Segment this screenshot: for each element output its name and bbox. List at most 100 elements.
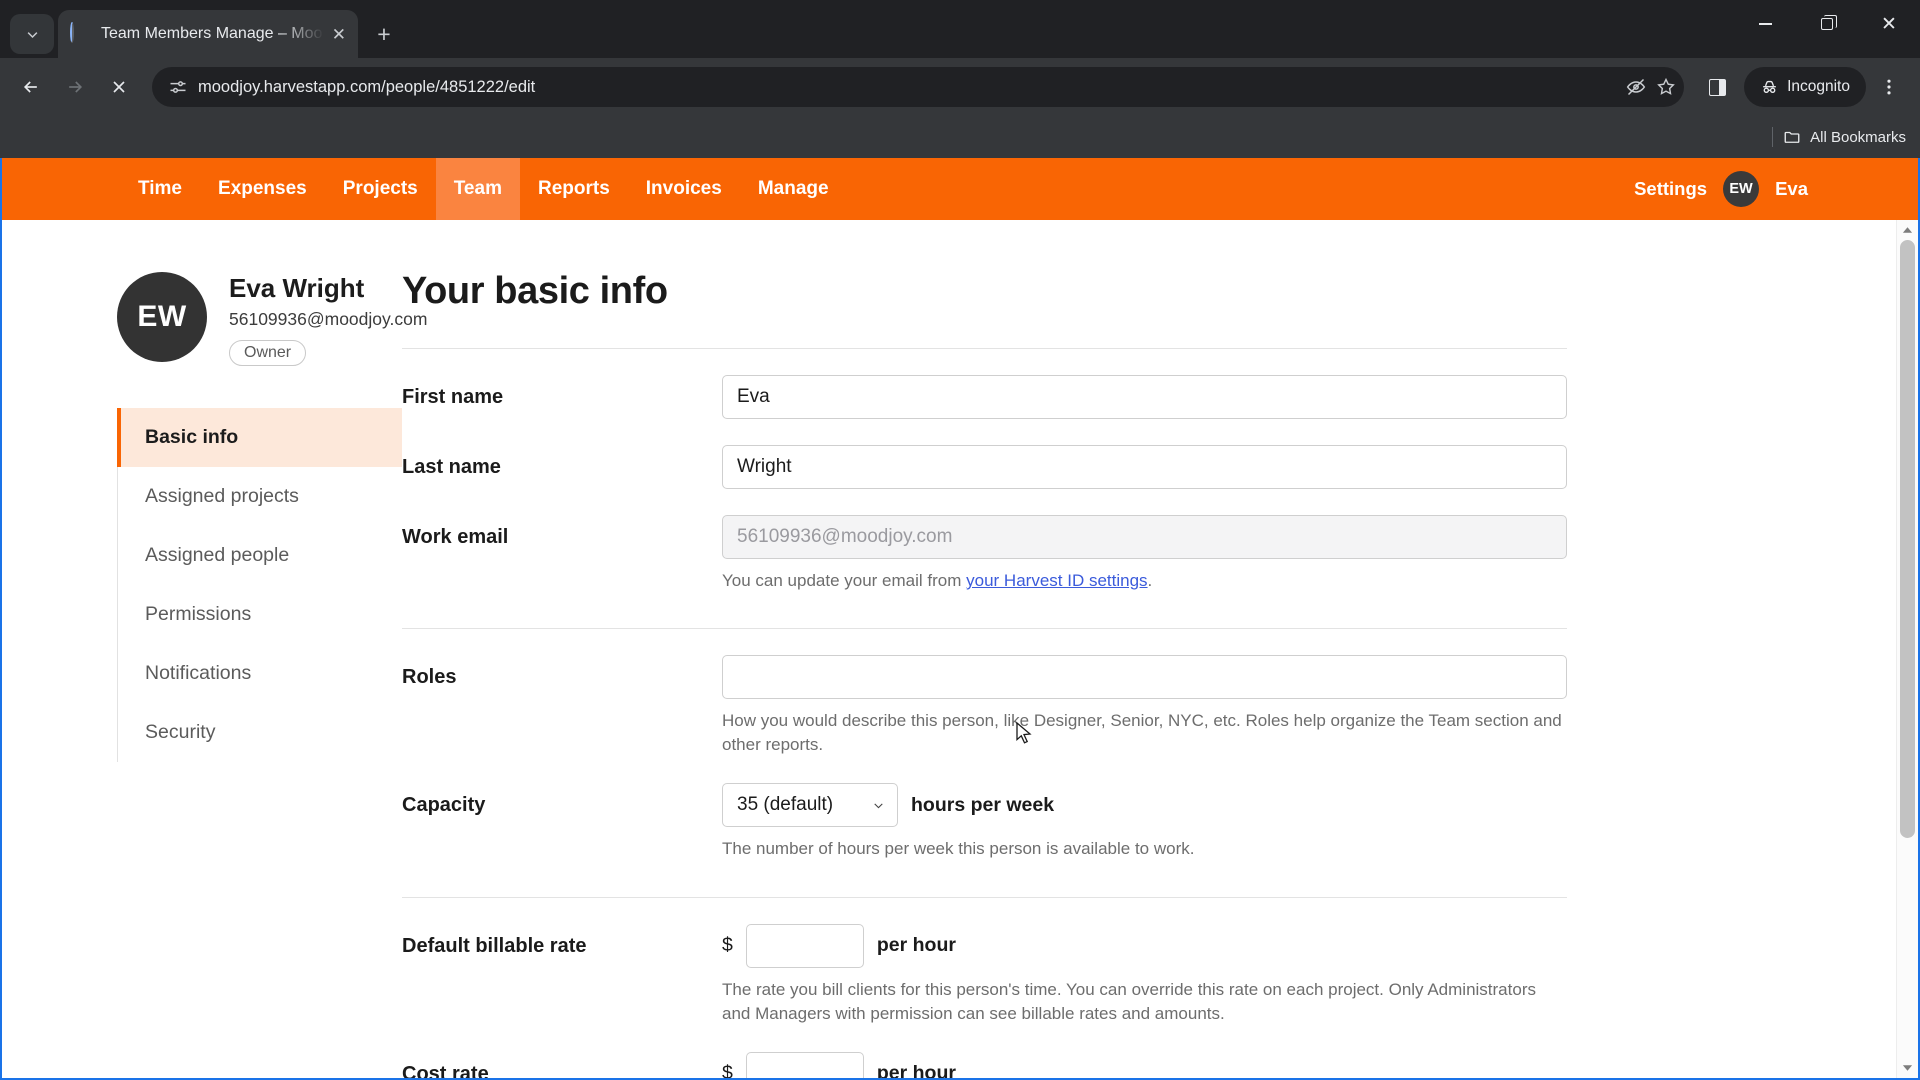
close-icon[interactable]: ✕ [332,26,346,43]
address-bar[interactable]: moodjoy.harvestapp.com/people/4851222/ed… [152,67,1685,107]
roles-help: How you would describe this person, like… [722,711,1562,755]
capacity-unit: hours per week [911,793,1055,816]
page-title: Your basic info [402,270,668,312]
cost-rate-unit: per hour [876,1062,956,1078]
maximize-icon[interactable] [1796,0,1858,48]
work-email-label: Work email [402,526,509,548]
nav-item-projects[interactable]: Projects [325,158,436,220]
nav-username[interactable]: Eva [1775,178,1808,200]
page-settings-icon[interactable] [168,77,188,97]
scroll-up-arrow-icon[interactable] [1902,220,1913,240]
capacity-label: Capacity [402,794,486,817]
minimize-icon[interactable] [1734,0,1796,48]
profile-details: Eva Wright 56109936@moodjoy.com Owner [229,272,427,366]
nav-settings-link[interactable]: Settings [1634,178,1707,200]
person-sidebar: EW Eva Wright 56109936@moodjoy.com Owner… [2,220,427,1078]
incognito-profile-button[interactable]: Incognito [1744,67,1866,107]
person-email: 56109936@moodjoy.com [229,308,428,329]
folder-icon [1784,131,1800,143]
roles-label: Roles [402,666,457,689]
stop-loading-icon[interactable] [98,66,140,108]
all-bookmarks-button[interactable]: All Bookmarks [1783,128,1906,146]
loading-spinner-icon [70,22,90,44]
work-email-input: 56109936@moodjoy.com [722,515,1567,559]
star-icon[interactable] [1656,77,1676,97]
field-row-cost-rate: Cost rate $ per hour [402,1026,1567,1078]
roles-input[interactable] [722,655,1567,700]
divider [1772,127,1774,147]
tab-search-button[interactable] [10,14,54,54]
capacity-help: The number of hours per week this person… [722,839,1195,859]
capacity-select[interactable]: 35 (default) [722,783,898,828]
app-navbar: Time Expenses Projects Team Reports Invo… [2,158,1918,220]
scrollbar-track[interactable] [1897,240,1918,1058]
sidebar-item-security[interactable]: Security [117,703,402,762]
navbar-right: Settings EW Eva [1634,158,1918,220]
field-row-last-name: Last name Wright [402,419,1567,489]
incognito-label: Incognito [1787,78,1850,95]
cost-rate-label: Cost rate [402,1062,489,1078]
last-name-input[interactable]: Wright [722,445,1567,489]
billable-rate-label: Default billable rate [402,934,587,957]
browser-tab[interactable]: Team Members Manage – Moo ✕ [58,10,358,58]
currency-symbol: $ [722,934,733,956]
sidebar-item-assigned-projects[interactable]: Assigned projects [117,467,402,526]
scrollbar-thumb[interactable] [1900,240,1915,838]
help-prefix: You can update your email from [722,571,967,590]
page-viewport: Time Expenses Projects Team Reports Invo… [0,158,1920,1080]
capacity-select-value: 35 (default) [737,794,834,816]
url-text[interactable]: moodjoy.harvestapp.com/people/4851222/ed… [198,78,1616,97]
avatar: EW [117,272,207,362]
first-name-input[interactable]: Eva [722,375,1567,419]
billable-rate-input[interactable] [745,923,864,968]
sidebar-item-notifications[interactable]: Notifications [117,644,402,703]
browser-toolbar: moodjoy.harvestapp.com/people/4851222/ed… [0,58,1920,116]
eye-slash-icon[interactable] [1626,77,1646,97]
forward-arrow-icon[interactable] [54,66,96,108]
bookmarks-bar: All Bookmarks [0,116,1920,158]
field-row-billable-rate: Default billable rate $ per hour The rat… [402,898,1567,1026]
nav-item-expenses[interactable]: Expenses [200,158,325,220]
person-profile: EW Eva Wright 56109936@moodjoy.com Owner [117,272,427,366]
window-controls: ✕ [1734,0,1920,48]
sidebar-item-assigned-people[interactable]: Assigned people [117,526,402,585]
field-row-work-email: Work email 56109936@moodjoy.com You can … [402,489,1567,593]
status-badge: Owner [229,339,307,366]
new-tab-button[interactable]: + [366,16,402,52]
scroll-down-arrow-icon[interactable] [1902,1058,1913,1078]
page-content: EW Eva Wright 56109936@moodjoy.com Owner… [2,220,1918,1078]
tab-title: Team Members Manage – Moo [101,25,323,42]
page-scrollbar[interactable] [1896,220,1918,1078]
sidebar-item-permissions[interactable]: Permissions [117,585,402,644]
work-email-help: You can update your email from your Harv… [722,569,1567,593]
harvest-id-settings-link[interactable]: your Harvest ID settings [966,571,1147,590]
field-row-first-name: First name Eva [402,349,1567,419]
currency-symbol: $ [722,1062,733,1078]
field-row-capacity: Capacity 35 (default) hours per week The… [402,757,1567,861]
nav-item-reports[interactable]: Reports [520,158,628,220]
chevron-down-icon [874,803,883,809]
avatar[interactable]: EW [1723,171,1760,207]
basic-info-form: Your basic info First name Eva Last name… [402,220,1918,1078]
sidebar-item-basic-info[interactable]: Basic info [117,407,402,467]
side-panel-icon[interactable] [1696,66,1738,108]
billable-rate-help: The rate you bill clients for this perso… [722,979,1536,1023]
nav-item-time[interactable]: Time [120,158,200,220]
first-name-label: First name [402,386,504,408]
back-arrow-icon[interactable] [10,66,52,108]
sidebar-menu: Basic info Assigned projects Assigned pe… [117,407,402,762]
all-bookmarks-label: All Bookmarks [1810,128,1906,146]
nav-item-manage[interactable]: Manage [740,158,847,220]
field-row-roles: Roles How you would describe this person… [402,629,1567,757]
browser-window: Team Members Manage – Moo ✕ + ✕ moodjoy.… [0,0,1920,1080]
nav-item-team[interactable]: Team [435,158,520,220]
last-name-label: Last name [402,456,501,478]
close-icon[interactable]: ✕ [1858,0,1920,48]
incognito-hat-icon [1763,80,1776,93]
three-dot-menu-icon[interactable] [1868,66,1910,108]
person-name: Eva Wright [229,273,365,303]
help-suffix: . [1147,571,1153,590]
billable-rate-unit: per hour [876,934,956,956]
nav-item-invoices[interactable]: Invoices [628,158,740,220]
cost-rate-input[interactable] [745,1051,864,1078]
